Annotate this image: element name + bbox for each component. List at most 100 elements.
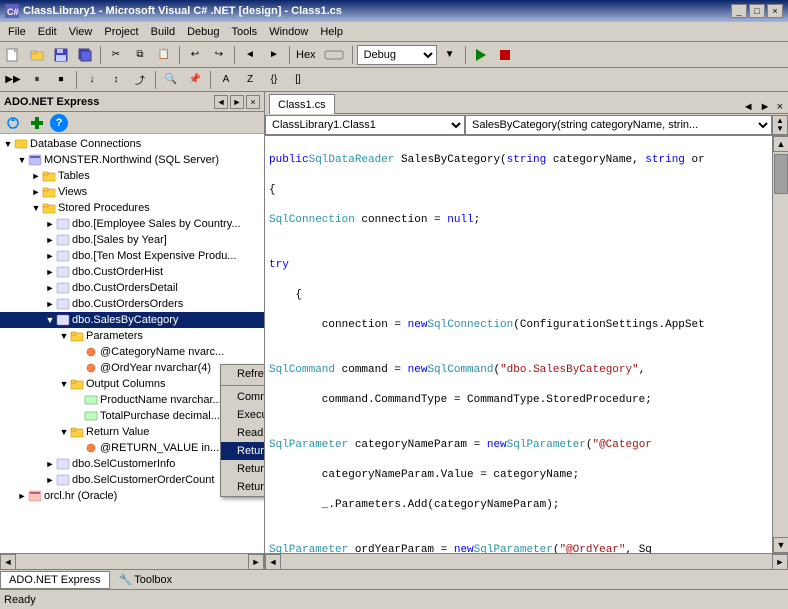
- menu-view[interactable]: View: [63, 24, 99, 40]
- code-vscrollbar[interactable]: ▲ ▼: [772, 136, 788, 553]
- expand-icon[interactable]: ▼: [16, 154, 28, 166]
- debug-combo[interactable]: Debug: [357, 45, 437, 65]
- open-btn[interactable]: [26, 45, 48, 65]
- menu-file[interactable]: File: [2, 24, 32, 40]
- tree-item-sp4[interactable]: ► dbo.CustOrderHist: [0, 264, 264, 280]
- class1-tab[interactable]: Class1.cs: [269, 94, 335, 114]
- expand-icon[interactable]: ►: [44, 218, 56, 230]
- tree-item-sp6[interactable]: ► dbo.CustOrdersOrders: [0, 296, 264, 312]
- hscroll-right[interactable]: ►: [248, 554, 264, 569]
- expand-icon[interactable]: ▼: [58, 378, 70, 390]
- menu-project[interactable]: Project: [98, 24, 144, 40]
- menu-help[interactable]: Help: [314, 24, 349, 40]
- tb2-btn12[interactable]: []: [287, 70, 309, 90]
- expand-icon[interactable]: ►: [44, 266, 56, 278]
- paste-btn[interactable]: 📋: [153, 45, 175, 65]
- expand-icon[interactable]: ►: [44, 458, 56, 470]
- ctx-read-data[interactable]: Read data using DataReader: [221, 424, 264, 442]
- expand-icon[interactable]: ▼: [44, 314, 56, 326]
- tb2-btn5[interactable]: ↕: [105, 70, 127, 90]
- cut-btn[interactable]: ✂: [105, 45, 127, 65]
- tb2-btn6[interactable]: ⤴: [129, 70, 151, 90]
- tree-item-sp3[interactable]: ► dbo.[Ten Most Expensive Produ...: [0, 248, 264, 264]
- expand-icon[interactable]: ▼: [58, 426, 70, 438]
- hscroll-right[interactable]: ►: [772, 554, 788, 570]
- tb2-btn8[interactable]: 📌: [184, 70, 206, 90]
- hscroll-left[interactable]: ◄: [265, 554, 281, 570]
- run-btn[interactable]: [470, 45, 492, 65]
- tree-item-monster[interactable]: ▼ MONSTER.Northwind (SQL Server): [0, 152, 264, 168]
- tab-nav-close[interactable]: ×: [774, 101, 786, 113]
- expand-icon[interactable]: ►: [30, 170, 42, 182]
- new-btn[interactable]: [2, 45, 24, 65]
- redo-btn[interactable]: ↪: [208, 45, 230, 65]
- vscroll-down[interactable]: ▼: [773, 537, 788, 553]
- stop-btn[interactable]: [494, 45, 516, 65]
- nav-back-btn[interactable]: ◄: [239, 45, 261, 65]
- tb2-btn10[interactable]: Z: [239, 70, 261, 90]
- ctx-refresh[interactable]: Refresh: [221, 365, 264, 383]
- expand-icon[interactable]: ►: [16, 490, 28, 502]
- tb2-btn2[interactable]: ⏸: [26, 70, 48, 90]
- menu-debug[interactable]: Debug: [181, 24, 225, 40]
- expand-icon[interactable]: ►: [44, 298, 56, 310]
- tree-item-params[interactable]: ▼ Parameters: [0, 328, 264, 344]
- expand-icon[interactable]: ►: [44, 234, 56, 246]
- minimize-btn[interactable]: _: [731, 4, 747, 18]
- hex-btn[interactable]: [320, 45, 348, 65]
- save-all-btn[interactable]: [74, 45, 96, 65]
- tree-item-sp1[interactable]: ► dbo.[Employee Sales by Country...: [0, 216, 264, 232]
- class-combo[interactable]: ClassLibrary1.Class1: [265, 115, 465, 135]
- help-btn[interactable]: ?: [50, 114, 68, 132]
- maximize-btn[interactable]: □: [749, 4, 765, 18]
- footer-tab-ado[interactable]: ADO.NET Express: [0, 571, 110, 589]
- copy-btn[interactable]: ⧉: [129, 45, 151, 65]
- ctx-return-one-value[interactable]: Return one value: [221, 478, 264, 496]
- ctx-return-datatable[interactable]: Return DataTable: [221, 460, 264, 478]
- vscroll-track[interactable]: [773, 152, 788, 537]
- tb2-btn7[interactable]: 🔍: [160, 70, 182, 90]
- ctx-return-datareader[interactable]: Return DataReader: [221, 442, 264, 460]
- expand-icon[interactable]: ▼: [58, 330, 70, 342]
- footer-tab-toolbox[interactable]: 🔧 Toolbox: [110, 571, 182, 589]
- tree-item-sales-by-cat[interactable]: ▼ dbo.SalesByCategory: [0, 312, 264, 328]
- undo-btn[interactable]: ↩: [184, 45, 206, 65]
- config-btn[interactable]: ▼: [439, 45, 461, 65]
- tb2-btn11[interactable]: {}: [263, 70, 285, 90]
- add-connection-btn[interactable]: [26, 113, 48, 133]
- ctx-execute-non-query[interactable]: Execute non-query: [221, 406, 264, 424]
- tab-nav-right[interactable]: ►: [757, 101, 774, 113]
- tree-item-param1[interactable]: @CategoryName nvarc...: [0, 344, 264, 360]
- expand-icon[interactable]: ►: [44, 250, 56, 262]
- refresh-connections-btn[interactable]: [2, 113, 24, 133]
- tree-view[interactable]: ▼ Database Connections ▼ MONSTER.Northwi…: [0, 134, 264, 553]
- tb2-btn4[interactable]: ↓: [81, 70, 103, 90]
- menu-window[interactable]: Window: [263, 24, 314, 40]
- tree-item-stored-procs[interactable]: ▼ Stored Procedures: [0, 200, 264, 216]
- tb2-btn1[interactable]: ▶▶: [2, 70, 24, 90]
- tb2-btn9[interactable]: A: [215, 70, 237, 90]
- menu-tools[interactable]: Tools: [226, 24, 264, 40]
- expand-icon[interactable]: ▼: [30, 202, 42, 214]
- expand-icon[interactable]: ►: [30, 186, 42, 198]
- method-combo[interactable]: SalesByCategory(string categoryName, str…: [465, 115, 772, 135]
- code-nav-scroll[interactable]: ▲ ▼: [772, 115, 788, 135]
- expand-icon[interactable]: ►: [44, 282, 56, 294]
- tree-item-tables[interactable]: ► Tables: [0, 168, 264, 184]
- code-area[interactable]: public SqlDataReader SalesByCategory(str…: [265, 136, 772, 553]
- expand-icon[interactable]: ▼: [2, 138, 14, 150]
- tab-nav-left[interactable]: ◄: [740, 101, 757, 113]
- expand-icon[interactable]: ►: [44, 474, 56, 486]
- tb2-btn3[interactable]: ⏹: [50, 70, 72, 90]
- menu-edit[interactable]: Edit: [32, 24, 63, 40]
- ctx-command-with-params[interactable]: Command with parameters: [221, 388, 264, 406]
- menu-build[interactable]: Build: [145, 24, 181, 40]
- panel-close[interactable]: ×: [246, 95, 260, 109]
- tree-item-db-connections[interactable]: ▼ Database Connections: [0, 136, 264, 152]
- panel-nav-right[interactable]: ►: [230, 95, 244, 109]
- tree-item-sp2[interactable]: ► dbo.[Sales by Year]: [0, 232, 264, 248]
- nav-fwd-btn[interactable]: ►: [263, 45, 285, 65]
- panel-nav-left[interactable]: ◄: [214, 95, 228, 109]
- vscroll-up[interactable]: ▲: [773, 136, 788, 152]
- hscroll-left[interactable]: ◄: [0, 554, 16, 569]
